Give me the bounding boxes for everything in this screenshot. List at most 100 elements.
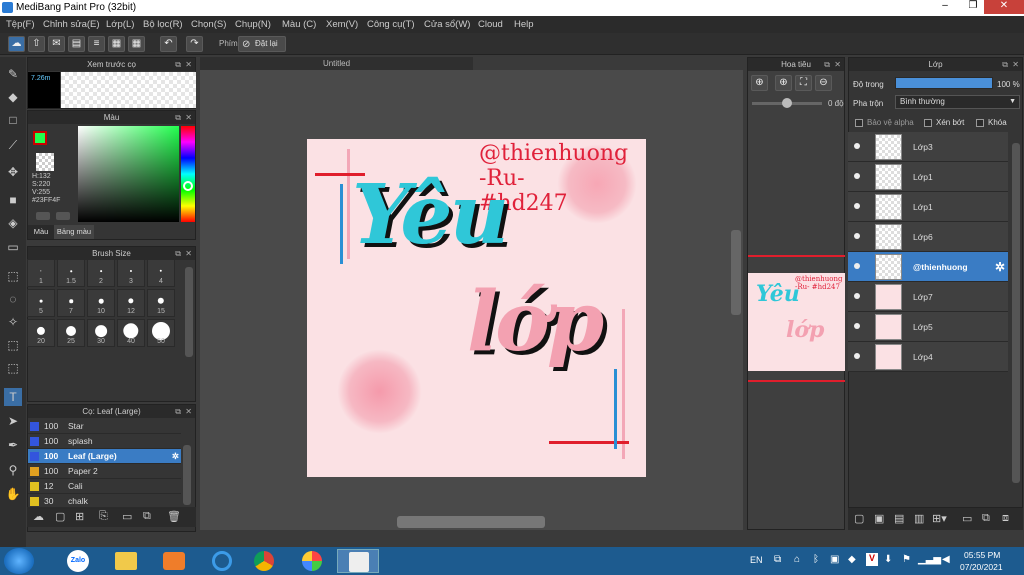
blend-select[interactable]: Bình thường ▼ bbox=[895, 95, 1020, 109]
taskbar-medibang-icon[interactable] bbox=[337, 549, 379, 573]
close-button[interactable]: ✕ bbox=[984, 0, 1024, 14]
taskbar-ie-icon[interactable] bbox=[201, 549, 243, 573]
page-icon[interactable]: ▤ bbox=[68, 36, 85, 52]
copy-brush-icon[interactable]: ⎘ bbox=[99, 510, 108, 523]
line-tool-icon[interactable]: ⟋ bbox=[4, 136, 22, 154]
protect-alpha-checkbox[interactable] bbox=[855, 119, 863, 127]
visibility-icon[interactable] bbox=[854, 263, 860, 269]
menu-cloud[interactable]: Cloud bbox=[478, 19, 503, 30]
eraser-tool-icon[interactable]: ◆ bbox=[4, 88, 22, 106]
manage-icon[interactable]: ▦ bbox=[108, 36, 125, 52]
fit-icon[interactable]: ⛶ bbox=[795, 75, 812, 91]
brush-size-cell[interactable]: 12 bbox=[117, 289, 145, 317]
zoom-in-icon[interactable]: ⊕ bbox=[775, 75, 792, 91]
select-eraser-icon[interactable]: ⬚ bbox=[4, 359, 22, 377]
minimize-button[interactable]: – bbox=[932, 0, 958, 14]
panel-close-icon[interactable]: ✕ bbox=[185, 407, 192, 416]
gear-icon[interactable]: ✲ bbox=[995, 260, 1005, 274]
visibility-icon[interactable] bbox=[854, 143, 860, 149]
layer-row[interactable]: Lớp1 bbox=[848, 192, 1008, 222]
tray-icon[interactable]: ⧉ bbox=[774, 554, 781, 565]
new-1bit-layer-icon[interactable]: ▥ bbox=[914, 512, 924, 525]
picker-icon[interactable] bbox=[56, 212, 70, 220]
layer-row[interactable]: Lớp3 bbox=[848, 132, 1008, 162]
tray-icon[interactable]: ⬇ bbox=[884, 554, 892, 565]
saturation-value-picker[interactable] bbox=[78, 126, 179, 222]
layer-row[interactable]: Lớp1 bbox=[848, 162, 1008, 192]
brush-size-cell[interactable]: 7 bbox=[57, 289, 85, 317]
brush-list-scrollbar[interactable] bbox=[183, 445, 191, 505]
canvas-tab[interactable]: Untitled bbox=[200, 57, 473, 70]
taskbar-zalo[interactable]: Zalo bbox=[57, 549, 99, 573]
opacity-slider[interactable] bbox=[895, 77, 993, 89]
duplicate-layer-icon[interactable]: ⧉ bbox=[982, 512, 990, 525]
panel-close-icon[interactable]: ✕ bbox=[185, 249, 192, 258]
new-8bit-layer-icon[interactable]: ▤ bbox=[894, 512, 904, 525]
language-indicator[interactable]: EN bbox=[750, 555, 763, 565]
brush-list-item[interactable]: 100 Leaf (Large) ✲ bbox=[28, 449, 181, 464]
brush-size-cell[interactable]: 20 bbox=[27, 319, 55, 347]
horizontal-scrollbar[interactable] bbox=[397, 516, 545, 528]
duplicate-icon[interactable]: ⧉ bbox=[143, 510, 151, 523]
brush-size-cell[interactable]: 30 bbox=[87, 319, 115, 347]
navigator-thumbnail[interactable]: Yêu lớp @thienhuong -Ru- #hd247 bbox=[748, 273, 845, 371]
gear-icon[interactable]: ✲ bbox=[172, 449, 179, 464]
background-color-swatch[interactable] bbox=[36, 153, 54, 171]
visibility-icon[interactable] bbox=[854, 293, 860, 299]
float-icon[interactable]: ⧉ bbox=[175, 60, 181, 70]
add-layer-dropdown-icon[interactable]: ⊞▾ bbox=[932, 512, 947, 525]
undo-icon[interactable]: ↶ bbox=[160, 36, 177, 52]
tab-color[interactable]: Màu bbox=[28, 225, 54, 239]
tab-palette[interactable]: Bảng màu bbox=[54, 225, 94, 239]
panel-close-icon[interactable]: ✕ bbox=[834, 60, 841, 69]
taskbar-chrome-icon[interactable] bbox=[243, 549, 285, 573]
fill-rect-tool-icon[interactable]: ■ bbox=[4, 191, 22, 209]
document-icon[interactable]: ≡ bbox=[88, 36, 105, 52]
taskbar-explorer-icon[interactable] bbox=[105, 549, 147, 573]
pen-tool-icon[interactable]: ✒ bbox=[4, 436, 22, 454]
visibility-icon[interactable] bbox=[854, 353, 860, 359]
new-brush-icon[interactable]: ▢ bbox=[55, 510, 65, 523]
select-rect-icon[interactable]: ⬚ bbox=[4, 267, 22, 285]
layer-row[interactable]: Lớp5 bbox=[848, 312, 1008, 342]
float-icon[interactable]: ⧉ bbox=[1002, 60, 1008, 70]
artwork-canvas[interactable]: @thienhuong -Ru- #hd247 Yêu lớp bbox=[307, 139, 646, 477]
visibility-icon[interactable] bbox=[854, 203, 860, 209]
layer-row[interactable]: Lớp4 bbox=[848, 342, 1008, 372]
brush-size-cell[interactable]: 2 bbox=[87, 259, 115, 287]
brush-size-cell[interactable]: 5 bbox=[27, 289, 55, 317]
folder-icon[interactable]: ▭ bbox=[962, 512, 972, 525]
operation-tool-icon[interactable]: ➤ bbox=[4, 412, 22, 430]
volume-icon[interactable]: ◀ bbox=[942, 554, 950, 565]
bluetooth-icon[interactable]: ᛒ bbox=[813, 554, 819, 565]
tray-icon[interactable]: ⌂ bbox=[794, 554, 800, 565]
flag-icon[interactable]: ⚑ bbox=[902, 554, 911, 565]
brush-size-cell[interactable]: 10 bbox=[87, 289, 115, 317]
foreground-color-swatch[interactable] bbox=[33, 131, 47, 145]
magic-wand-icon[interactable]: ✧ bbox=[4, 313, 22, 331]
nvidia-icon[interactable]: ▣ bbox=[830, 554, 839, 565]
folder-icon[interactable]: ▭ bbox=[122, 510, 132, 523]
brush-size-cell[interactable]: 50 bbox=[147, 319, 175, 347]
new-layer-icon[interactable]: ▢ bbox=[854, 512, 864, 525]
panel-close-icon[interactable]: ✕ bbox=[1012, 60, 1019, 69]
layer-row[interactable]: @thienhuong ✲ bbox=[848, 252, 1008, 282]
layers-scrollbar[interactable] bbox=[1012, 143, 1020, 483]
brush-list-item[interactable]: 30 chalk bbox=[28, 494, 181, 509]
menu-edit[interactable]: Chỉnh sửa(E) bbox=[43, 19, 100, 30]
trash-icon[interactable]: 🗑 bbox=[167, 510, 181, 523]
brush-list-item[interactable]: 100 Paper 2 bbox=[28, 464, 181, 479]
redo-icon[interactable]: ↷ bbox=[186, 36, 203, 52]
add-brush-icon[interactable]: ⊞ bbox=[75, 510, 84, 523]
brush-size-cell[interactable]: 3 bbox=[117, 259, 145, 287]
panel-close-icon[interactable]: ✕ bbox=[185, 113, 192, 122]
menu-select[interactable]: Chọn(S) bbox=[191, 19, 226, 30]
hue-handle[interactable] bbox=[183, 181, 193, 191]
visibility-icon[interactable] bbox=[854, 323, 860, 329]
taskbar-media-icon[interactable] bbox=[153, 549, 195, 573]
menu-color[interactable]: Màu (C) bbox=[282, 19, 316, 30]
menu-layer[interactable]: Lớp(L) bbox=[106, 19, 134, 30]
visibility-icon[interactable] bbox=[854, 173, 860, 179]
brush-size-cell[interactable]: 40 bbox=[117, 319, 145, 347]
brush-size-cell[interactable]: 15 bbox=[147, 289, 175, 317]
